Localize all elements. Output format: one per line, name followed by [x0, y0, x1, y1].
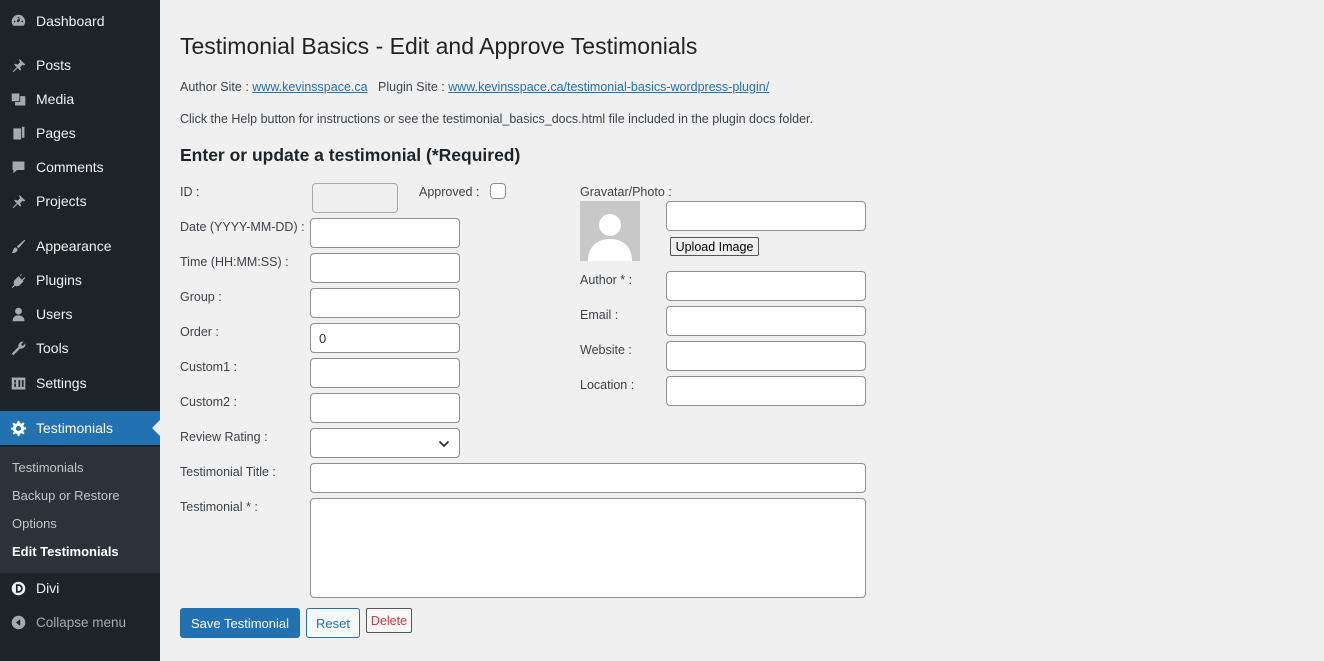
- sidebar-item-label: Dashboard: [36, 13, 105, 29]
- plug-icon: [8, 270, 28, 290]
- dashboard-icon: [8, 11, 28, 31]
- email-field[interactable]: [666, 306, 866, 336]
- section-title: Enter or update a testimonial (*Required…: [180, 145, 521, 165]
- help-text: Click the Help button for instructions o…: [180, 112, 813, 126]
- sidebar-item-label: Settings: [36, 375, 87, 391]
- upload-image-button[interactable]: Upload Image: [670, 237, 759, 256]
- custom2-label: Custom2 :: [180, 395, 237, 409]
- email-label: Email :: [580, 308, 619, 322]
- plugin-site-link[interactable]: www.kevinsspace.ca/testimonial-basics-wo…: [448, 80, 769, 94]
- sidebar-item-posts[interactable]: Posts: [0, 48, 160, 82]
- sidebar-item-appearance[interactable]: Appearance: [0, 229, 160, 263]
- sidebar-item-label: Users: [36, 306, 73, 322]
- id-field: [312, 183, 398, 213]
- group-label: Group :: [180, 290, 222, 304]
- testimonials-submenu: Testimonials Backup or Restore Options E…: [0, 447, 160, 573]
- approved-checkbox[interactable]: [490, 183, 506, 199]
- main-content: Testimonial Basics - Edit and Approve Te…: [160, 0, 1324, 661]
- sidebar-item-testimonials[interactable]: Testimonials: [0, 411, 160, 445]
- submenu-item-backup[interactable]: Backup or Restore: [12, 488, 120, 503]
- sidebar-item-divi[interactable]: Divi: [0, 571, 160, 605]
- website-label: Website :: [580, 343, 632, 357]
- custom1-field[interactable]: [310, 358, 460, 388]
- sidebar-item-comments[interactable]: Comments: [0, 150, 160, 184]
- sidebar-item-label: Tools: [36, 340, 69, 356]
- avatar-icon: [580, 201, 640, 261]
- author-field[interactable]: [666, 271, 866, 301]
- sidebar-item-settings[interactable]: Settings: [0, 366, 160, 400]
- brush-icon: [8, 236, 28, 256]
- divi-icon: [8, 578, 28, 598]
- sidebar-item-tools[interactable]: Tools: [0, 331, 160, 365]
- media-icon: [8, 89, 28, 109]
- order-field[interactable]: [310, 323, 460, 353]
- sidebar-item-label: Posts: [36, 57, 72, 73]
- user-icon: [8, 304, 28, 324]
- time-field[interactable]: [310, 253, 460, 283]
- author-site-label: Author Site :: [180, 80, 253, 94]
- review-rating-select[interactable]: [310, 428, 460, 458]
- sidebar-item-plugins[interactable]: Plugins: [0, 263, 160, 297]
- submenu-item-edit-testimonials[interactable]: Edit Testimonials: [12, 544, 119, 559]
- admin-sidebar: Dashboard Posts Media Pages Comments Pro…: [0, 0, 160, 661]
- sidebar-item-pages[interactable]: Pages: [0, 116, 160, 150]
- sidebar-item-label: Divi: [36, 580, 60, 596]
- submenu-item-options[interactable]: Options: [12, 516, 57, 531]
- sidebar-item-label: Plugins: [36, 272, 82, 288]
- custom1-label: Custom1 :: [180, 360, 237, 374]
- author-site-link[interactable]: www.kevinsspace.ca: [252, 80, 367, 94]
- sidebar-item-label: Media: [36, 91, 75, 107]
- rating-label: Review Rating :: [180, 430, 268, 444]
- sidebar-item-label: Pages: [36, 125, 76, 141]
- order-label: Order :: [180, 325, 219, 339]
- sidebar-item-dashboard[interactable]: Dashboard: [0, 4, 160, 38]
- testimonial-textarea[interactable]: [310, 498, 866, 598]
- date-label: Date (YYYY-MM-DD) :: [180, 220, 305, 234]
- time-label: Time (HH:MM:SS) :: [180, 255, 289, 269]
- sidebar-item-label: Projects: [36, 193, 87, 209]
- delete-button[interactable]: Delete: [366, 608, 412, 633]
- sidebar-item-projects[interactable]: Projects: [0, 184, 160, 218]
- avatar-placeholder: [580, 201, 640, 261]
- settings-icon: [8, 373, 28, 393]
- collapse-menu-label: Collapse menu: [36, 614, 127, 630]
- testimonial-label: Testimonial * :: [180, 500, 258, 514]
- page-title: Testimonial Basics - Edit and Approve Te…: [180, 33, 698, 59]
- wrench-icon: [8, 338, 28, 358]
- comment-icon: [8, 157, 28, 177]
- site-links: Author Site : www.kevinsspace.ca Plugin …: [180, 80, 769, 94]
- testimonial-title-label: Testimonial Title :: [180, 465, 276, 479]
- testimonial-title-field[interactable]: [310, 463, 866, 493]
- save-testimonial-button[interactable]: Save Testimonial: [180, 608, 300, 638]
- sidebar-item-label: Appearance: [36, 238, 112, 254]
- pages-icon: [8, 123, 28, 143]
- collapse-menu-button[interactable]: Collapse menu: [0, 605, 160, 639]
- id-label: ID :: [180, 185, 200, 199]
- approved-label: Approved :: [419, 185, 480, 199]
- pin-icon: [8, 55, 28, 75]
- website-field[interactable]: [666, 341, 866, 371]
- date-field[interactable]: [310, 218, 460, 248]
- author-label: Author * :: [580, 273, 633, 287]
- group-field[interactable]: [310, 288, 460, 318]
- location-label: Location :: [580, 378, 635, 392]
- sidebar-item-users[interactable]: Users: [0, 297, 160, 331]
- submenu-item-testimonials[interactable]: Testimonials: [12, 460, 84, 475]
- photo-url-field[interactable]: [666, 201, 866, 231]
- pin-icon: [8, 191, 28, 211]
- sidebar-item-media[interactable]: Media: [0, 82, 160, 116]
- sidebar-item-label: Comments: [36, 159, 104, 175]
- location-field[interactable]: [666, 376, 866, 406]
- gravatar-label: Gravatar/Photo :: [580, 185, 672, 199]
- sidebar-item-label: Testimonials: [36, 420, 114, 436]
- custom2-field[interactable]: [310, 393, 460, 423]
- collapse-icon: [8, 612, 28, 632]
- reset-button[interactable]: Reset: [306, 608, 360, 638]
- plugin-site-label: Plugin Site :: [378, 80, 449, 94]
- chevron-down-icon: [438, 440, 450, 448]
- gear-icon: [8, 418, 28, 438]
